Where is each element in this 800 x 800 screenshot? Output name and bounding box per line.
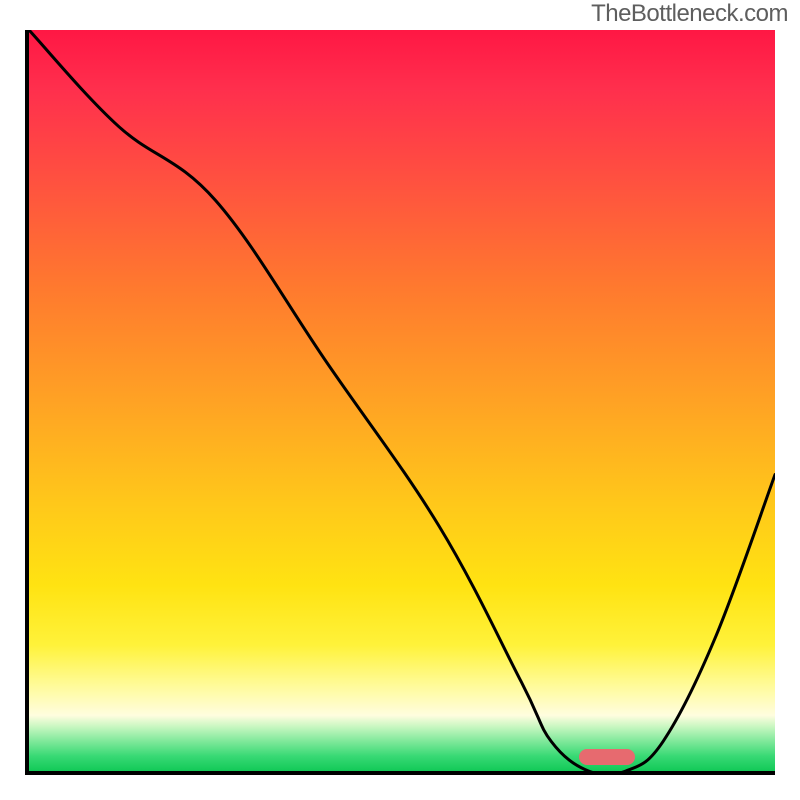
gradient-background [29, 30, 775, 771]
watermark-text: TheBottleneck.com [591, 0, 788, 28]
chart-frame: TheBottleneck.com [0, 0, 800, 800]
plot-area [25, 30, 775, 775]
optimal-marker [579, 749, 635, 765]
